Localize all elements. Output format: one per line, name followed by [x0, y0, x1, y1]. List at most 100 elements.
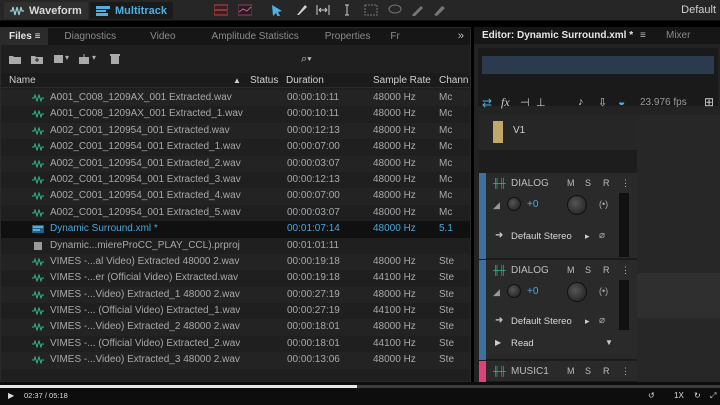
column-duration[interactable]: Duration [286, 75, 324, 86]
column-channels[interactable]: Chann [439, 75, 468, 86]
insert-dropdown-icon[interactable]: ▾ [92, 53, 104, 63]
route-dropdown-icon[interactable]: ▸ [585, 316, 590, 327]
more-tabs-icon[interactable]: » [458, 28, 464, 45]
spot-healing-tool-icon[interactable] [432, 4, 446, 16]
tab-frequency[interactable]: Fr [378, 28, 407, 45]
file-row[interactable]: VIMES -...Video) Extracted_2 48000 2.wav… [1, 319, 470, 336]
file-row[interactable]: A002_C001_120954_001 Extracted_2.wav 00:0… [1, 155, 470, 172]
automation-dropdown-icon[interactable]: ▼ [605, 338, 613, 347]
route-dropdown-icon[interactable]: ▸ [585, 231, 590, 242]
sort-ascending-icon[interactable]: ▲ [233, 76, 241, 85]
tab-files[interactable]: Files ≡ [1, 28, 49, 45]
record-arm-button[interactable]: R [603, 178, 610, 188]
tab-amplitude-statistics[interactable]: Amplitude Statistics [184, 28, 307, 45]
track-dialog-1[interactable]: ╫╫ DIALOG M S R ⋮ ◢ +0 (•) ➜ Default Ste… [479, 173, 637, 259]
forward-icon[interactable]: ↻ [694, 391, 701, 400]
swap-icon[interactable]: ⇄ [482, 96, 492, 110]
track-menu-icon[interactable]: ⋮ [621, 178, 630, 189]
solo-button[interactable]: S [585, 178, 591, 188]
file-row[interactable]: VIMES -...al Video) Extracted 48000 2.wa… [1, 253, 470, 271]
fx-icon[interactable]: fx [501, 95, 510, 110]
time-selection-tool-icon[interactable] [340, 4, 354, 16]
close-file-icon[interactable] [109, 54, 121, 64]
volume-knob[interactable] [507, 284, 521, 298]
file-row[interactable]: VIMES -...Video) Extracted_1 48000 2.wav… [1, 286, 470, 304]
column-sample-rate[interactable]: Sample Rate [373, 75, 431, 86]
record-arm-button[interactable]: R [603, 366, 610, 376]
spectral-display-icon[interactable] [214, 4, 228, 16]
track-dialog-2[interactable]: ╫╫ DIALOG M S R ⋮ ◢ +0 (•) ➜ Default Ste… [479, 260, 637, 360]
column-name[interactable]: Name [9, 75, 36, 86]
sends-icon[interactable]: ⊣ [520, 96, 530, 109]
new-file-dropdown-icon[interactable]: ▾ [65, 53, 77, 63]
output-route[interactable]: Default Stereo [511, 316, 572, 327]
move-tool-icon[interactable] [270, 4, 284, 16]
lasso-tool-icon[interactable] [388, 4, 402, 16]
volume-knob[interactable] [507, 197, 521, 211]
volume-icon[interactable]: ♪ [578, 96, 584, 108]
record-arm-button[interactable]: R [603, 265, 610, 275]
seek-bar[interactable] [0, 385, 720, 388]
pan-knob[interactable] [567, 195, 587, 215]
file-row[interactable]: A002_C001_120954_001 Extracted_5.wav 00:0… [1, 205, 470, 221]
open-file-icon[interactable] [9, 54, 21, 64]
output-route[interactable]: Default Stereo [511, 231, 572, 242]
search-icon[interactable]: ⌕▾ [301, 53, 312, 66]
fx-bypass-icon[interactable]: ⌀ [599, 315, 605, 326]
track-menu-icon[interactable]: ⋮ [621, 265, 630, 276]
mute-button[interactable]: M [567, 366, 575, 376]
video-track[interactable]: V1 [479, 115, 637, 151]
file-row[interactable]: A002_C001_120954_001 Extracted_4.wav 00:0… [1, 188, 470, 205]
track-name[interactable]: DIALOG [511, 178, 549, 189]
panel-menu-icon[interactable]: ≡ [35, 31, 41, 42]
file-row[interactable]: Dynamic Surround.xml * 00:01:07:14 48000 H… [1, 221, 470, 238]
file-row[interactable]: Dynamic...miereProCC_PLAY_CCL).prproj 00:… [1, 238, 470, 254]
automation-expand-icon[interactable]: ▶ [495, 338, 501, 347]
pan-knob[interactable] [567, 282, 587, 302]
replay-icon[interactable]: ↺ [648, 391, 655, 400]
mute-button[interactable]: M [567, 265, 575, 275]
automation-mode[interactable]: Read [511, 338, 534, 349]
file-row[interactable]: VIMES -...Video) Extracted_3 48000 2.wav… [1, 352, 470, 369]
razor-tool-icon[interactable] [294, 4, 308, 16]
insert-into-multitrack-icon[interactable] [79, 54, 91, 64]
tab-properties[interactable]: Properties [307, 28, 379, 45]
timeline-area[interactable] [637, 115, 720, 382]
fx-bypass-icon[interactable]: ⌀ [599, 230, 605, 241]
file-row[interactable]: VIMES -...er (Official Video) Extracted.… [1, 270, 470, 286]
solo-button[interactable]: S [585, 265, 591, 275]
tab-diagnostics[interactable]: Diagnostics [48, 28, 124, 45]
settings-icon[interactable]: ⊞ [704, 95, 714, 109]
file-row[interactable]: VIMES -... (Official Video) Extracted_2.… [1, 336, 470, 352]
brush-tool-icon[interactable] [410, 4, 424, 16]
track-music-1[interactable]: ╫╫ MUSIC1 M S R ⋮ [479, 361, 637, 382]
solo-button[interactable]: S [585, 366, 591, 376]
import-file-icon[interactable] [31, 54, 43, 64]
pitch-display-icon[interactable] [238, 4, 252, 16]
speed-control[interactable]: 1X [674, 391, 684, 400]
play-icon[interactable]: ▶ [8, 391, 14, 400]
column-status[interactable]: Status [250, 75, 278, 86]
tab-mixer[interactable]: Mixer [666, 27, 690, 44]
multitrack-mode-button[interactable]: Multitrack [90, 2, 173, 19]
tab-video[interactable]: Video [124, 28, 183, 45]
marquee-tool-icon[interactable] [364, 4, 378, 16]
eq-icon[interactable]: ⊥ [536, 96, 546, 109]
clip-region[interactable] [637, 273, 720, 318]
file-row[interactable]: A001_C008_1209AX_001 Extracted.wav 00:00:… [1, 90, 470, 107]
file-row[interactable]: A002_C001_120954_001 Extracted.wav 00:00:… [1, 122, 470, 140]
panel-menu-icon[interactable]: ≡ [640, 27, 646, 44]
track-name[interactable]: DIALOG [511, 265, 549, 276]
track-menu-icon[interactable]: ⋮ [621, 366, 630, 377]
workspace-selector[interactable]: Default [681, 4, 716, 16]
input-icon[interactable]: ⇩ [598, 96, 607, 109]
mute-button[interactable]: M [567, 178, 575, 188]
track-name[interactable]: MUSIC1 [511, 366, 549, 377]
new-file-icon[interactable] [53, 54, 65, 64]
file-row[interactable]: VIMES -... (Official Video) Extracted_1.… [1, 303, 470, 319]
tab-editor[interactable]: Editor: Dynamic Surround.xml * [482, 27, 633, 44]
slip-tool-icon[interactable] [316, 4, 330, 16]
waveform-mode-button[interactable]: Waveform [4, 2, 88, 19]
file-row[interactable]: A001_C008_1209AX_001 Extracted_1.wav 00:0… [1, 106, 470, 122]
fullscreen-icon[interactable]: ⤢ [710, 391, 716, 401]
